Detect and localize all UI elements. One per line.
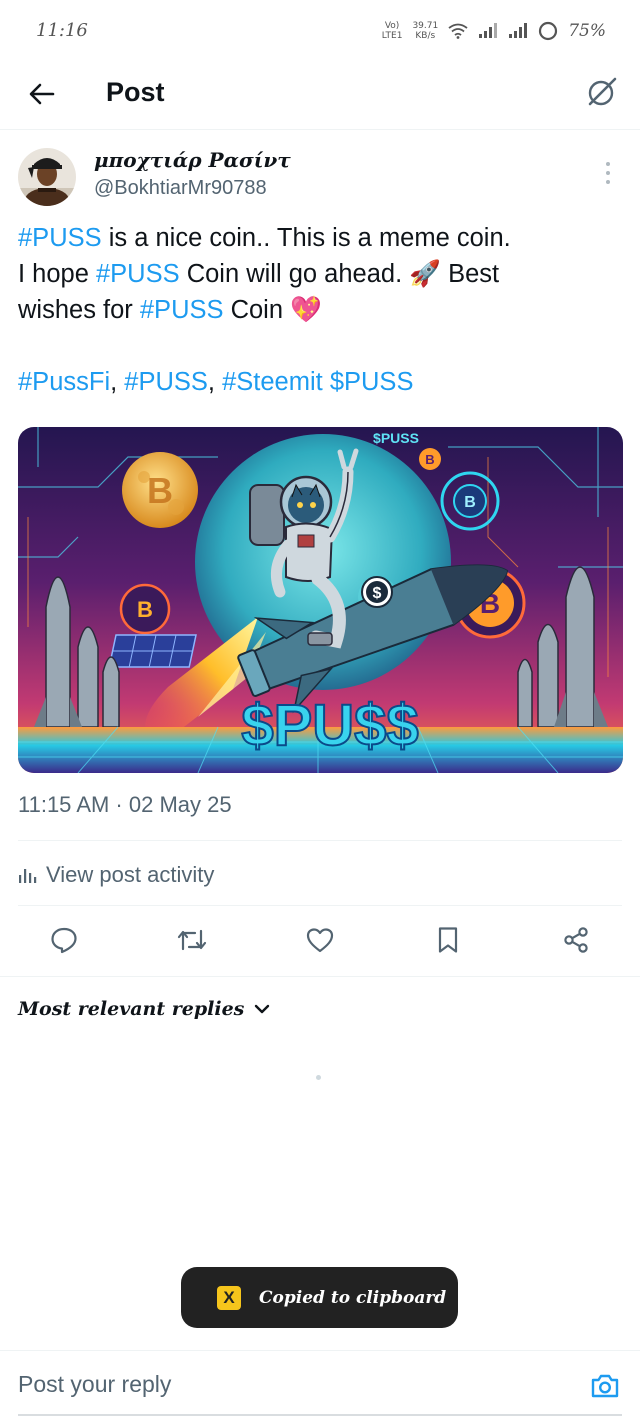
image-big-label: $PU$$ (241, 693, 418, 758)
camera-button[interactable] (588, 1369, 622, 1403)
chevron-down-icon (255, 1004, 270, 1014)
coin-symbol-moon: B (147, 470, 173, 511)
more-dot-icon (606, 162, 610, 166)
signal-icon (479, 23, 498, 38)
network-speed-value: 39.71 (412, 21, 439, 31)
divider (18, 840, 622, 841)
more-options-button[interactable] (598, 158, 618, 188)
tag-separator (323, 368, 330, 396)
author-handle[interactable]: @BokhtiarMr90788 (94, 177, 267, 200)
post-image[interactable]: B $PUSS B B B B $ $PU$$ (18, 427, 623, 773)
like-button[interactable] (302, 922, 338, 958)
repost-button[interactable] (174, 922, 210, 958)
post-timestamp[interactable]: 11:15 AM · 02 May 25 (18, 792, 232, 818)
repost-icon (177, 929, 207, 951)
post-text-segment: Coin 💖 (223, 296, 322, 324)
grok-button[interactable] (582, 72, 622, 112)
network-type-top: Vo) (384, 21, 400, 31)
hashtag-link[interactable]: #Steemit (222, 368, 323, 396)
avatar[interactable] (18, 148, 76, 206)
status-time: 11:16 (36, 20, 88, 41)
post-line: #PUSS is a nice coin.. This is a meme co… (18, 220, 618, 256)
hashtag-link[interactable]: #PussFi (18, 368, 110, 396)
avatar-image (18, 148, 76, 206)
view-post-activity-link[interactable]: View post activity (18, 858, 214, 892)
post-tags-line: #PussFi, #PUSS, #Steemit $PUSS (18, 364, 618, 400)
hashtag-link[interactable]: #PUSS (124, 368, 208, 396)
hashtag-link[interactable]: #PUSS (140, 296, 224, 324)
post-line: I hope #PUSS Coin will go ahead. 🚀 Best (18, 256, 618, 292)
arrow-left-icon (29, 83, 55, 105)
back-button[interactable] (22, 74, 62, 114)
x-logo-icon: X (217, 1285, 241, 1310)
reply-input[interactable] (18, 1371, 558, 1398)
cashtag-link[interactable]: $PUSS (330, 368, 414, 396)
network-speed-unit: KB/s (415, 31, 436, 41)
tag-separator: , (207, 368, 223, 396)
reply-composer (0, 1350, 640, 1422)
wifi-icon (448, 23, 468, 39)
battery-icon (539, 21, 558, 41)
post-text: #PUSS is a nice coin.. This is a meme co… (18, 220, 618, 400)
more-dot-icon (606, 171, 610, 175)
post-image-illustration: B $PUSS B B B B $ $PU$$ (18, 427, 623, 773)
reply-button[interactable] (46, 922, 82, 958)
toast-notification: X Copied to clipboard (181, 1267, 458, 1328)
battery-level: 75% (568, 21, 606, 41)
image-top-label: $PUSS (373, 430, 419, 446)
bookmark-button[interactable] (430, 922, 466, 958)
rocket-dollar-symbol: $ (373, 585, 382, 602)
more-dot-icon (606, 180, 610, 184)
status-icons: Vo) LTE1 39.71 KB/s 75% (382, 16, 606, 46)
like-icon (306, 928, 334, 953)
divider (18, 905, 622, 906)
author-name[interactable]: μποχτιάρ Ρασίντ (94, 148, 291, 172)
view-post-activity-label: View post activity (46, 862, 215, 887)
post-text-segment: wishes for (18, 296, 140, 324)
coin-symbol-left: B (137, 597, 153, 622)
coin-symbol-small: B (425, 452, 434, 467)
post-actions (0, 918, 640, 964)
top-bar: Post (0, 60, 640, 130)
network-speed: 39.71 KB/s (412, 21, 438, 41)
divider (0, 976, 640, 977)
camera-icon (591, 1374, 619, 1398)
toast-message: Copied to clipboard (259, 1287, 447, 1308)
network-type: Vo) LTE1 (382, 21, 403, 41)
tag-separator: , (110, 368, 125, 396)
share-button[interactable] (558, 922, 594, 958)
page-title: Post (106, 77, 165, 107)
hashtag-link[interactable]: #PUSS (96, 260, 180, 288)
coin-symbol-target: B (464, 494, 476, 511)
hashtag-link[interactable]: #PUSS (18, 224, 102, 252)
post-text-segment: is a nice coin.. This is a meme coin. (101, 224, 511, 252)
post-text-segment: Coin will go ahead. 🚀 Best (179, 260, 500, 288)
home-indicator (18, 1414, 622, 1416)
post-text-segment: I hope (18, 260, 96, 288)
grok-icon (588, 77, 617, 106)
loading-indicator (316, 1075, 321, 1080)
status-bar: 11:16 Vo) LTE1 39.71 KB/s 75% (0, 0, 640, 60)
bookmark-icon (438, 927, 458, 953)
replies-sort-dropdown[interactable]: Most relevant replies (18, 998, 270, 1020)
reply-icon (51, 927, 77, 954)
signal-icon (509, 23, 528, 38)
analytics-icon (19, 869, 37, 883)
replies-sort-label: Most relevant replies (18, 998, 245, 1020)
share-icon (564, 927, 588, 953)
network-type-bottom: LTE1 (381, 31, 403, 41)
post-line: wishes for #PUSS Coin 💖 (18, 292, 618, 328)
